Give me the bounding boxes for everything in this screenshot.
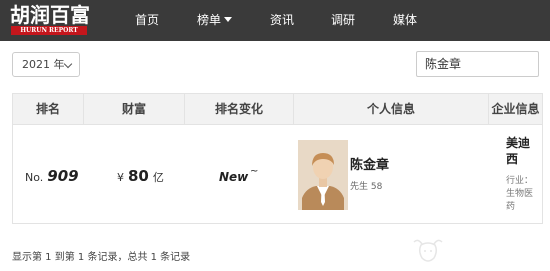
wealth-unit: 亿 bbox=[152, 171, 164, 184]
avatar[interactable] bbox=[298, 140, 348, 210]
search-input[interactable]: 陈金章 bbox=[416, 51, 539, 77]
person-gender-age: 先生 58 bbox=[350, 182, 383, 192]
year-select[interactable]: 2021 年 bbox=[12, 52, 80, 77]
rank-number: 909 bbox=[47, 167, 79, 185]
ranking-table: 排名 财富 排名变化 个人信息 企业信息 No.909 ¥80亿 New ~ bbox=[12, 93, 543, 224]
column-header-company-info: 企业信息 bbox=[491, 102, 540, 116]
pagination-summary: 显示第 1 到第 1 条记录，总共 1 条记录 bbox=[12, 252, 191, 263]
nav-item-home[interactable]: 首页 bbox=[135, 12, 159, 28]
chevron-down-icon bbox=[63, 59, 73, 69]
hurun-logo[interactable]: 胡润百富 HURUN REPORT bbox=[10, 4, 90, 36]
wealth-cell: ¥80 亿 bbox=[117, 166, 164, 188]
rank-change-value: New bbox=[219, 170, 249, 184]
nav-item-research[interactable]: 调研 bbox=[331, 12, 355, 28]
nav-item-news[interactable]: 资讯 bbox=[270, 12, 294, 28]
person-name[interactable]: 陈金章 bbox=[350, 157, 389, 175]
search-input-value: 陈金章 bbox=[425, 57, 462, 71]
ox-head-watermark-icon bbox=[413, 239, 443, 262]
logo-english-text: HURUN REPORT bbox=[11, 26, 87, 35]
nav-item-rankings-label: 榜单 bbox=[197, 13, 222, 27]
rank-change-mark: ~ bbox=[250, 166, 259, 177]
nav-item-rankings[interactable]: 榜单 bbox=[197, 12, 233, 28]
column-header-wealth[interactable]: 财富 bbox=[84, 94, 184, 125]
company-industry: 行业：生物医药 bbox=[506, 176, 534, 212]
rank-prefix: No. bbox=[25, 171, 44, 184]
wealth-amount: 80 bbox=[128, 167, 149, 185]
logo-chinese-text: 胡润百富 bbox=[10, 3, 90, 27]
nav-item-media[interactable]: 媒体 bbox=[393, 12, 417, 28]
table-header: 排名 财富 排名变化 个人信息 企业信息 bbox=[13, 94, 542, 125]
currency-symbol: ¥ bbox=[117, 171, 124, 184]
top-nav-bar: 胡润百富 HURUN REPORT 首页 榜单 资讯 调研 媒体 bbox=[0, 0, 550, 41]
rank-cell: No. 909 bbox=[25, 166, 79, 188]
caret-down-icon bbox=[224, 17, 233, 22]
column-header-rank[interactable]: 排名 bbox=[13, 94, 83, 125]
year-select-value: 2021 年 bbox=[22, 58, 65, 71]
column-header-personal-info: 个人信息 bbox=[366, 102, 415, 116]
company-name[interactable]: 美迪西 bbox=[506, 135, 536, 167]
column-header-rank-change[interactable]: 排名变化 bbox=[185, 94, 293, 125]
person-placeholder-icon bbox=[298, 140, 348, 210]
